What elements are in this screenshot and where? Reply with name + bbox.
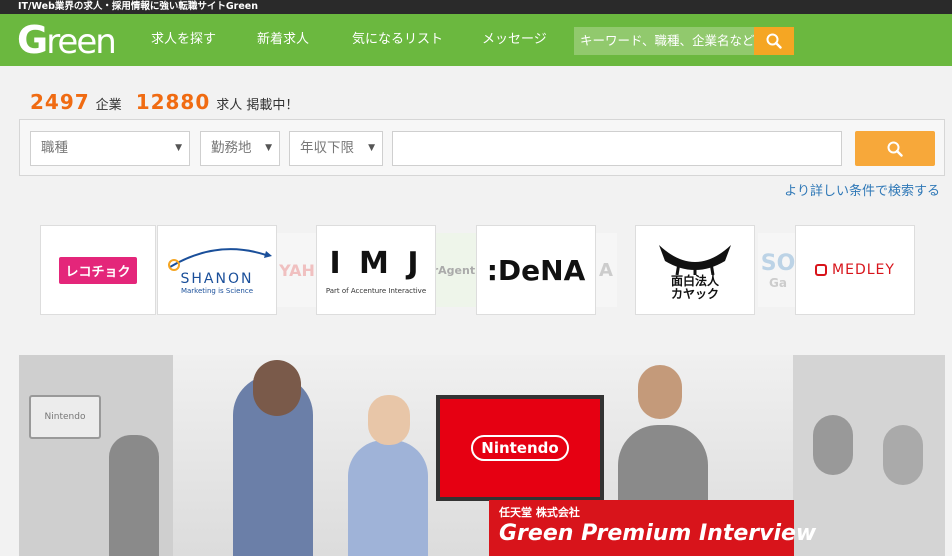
header-search-button[interactable] (754, 27, 794, 55)
logo-recochoku[interactable]: レコチョク (40, 225, 156, 315)
location-select[interactable]: 勤務地 ▼ (200, 131, 280, 166)
search-icon (766, 33, 782, 49)
kayac-boat-icon (659, 245, 731, 275)
company-count: 2497 (30, 90, 90, 114)
dropdown-arrow-icon: ▼ (265, 143, 272, 153)
dropdown-arrow-icon: ▼ (175, 143, 182, 153)
feature-banner[interactable]: Nintendo Nintendo 任天堂 株式会社 Green Premium… (19, 355, 945, 556)
shanon-swoosh-icon (168, 248, 272, 271)
logo-kayac[interactable]: 面白法人 カヤック (635, 225, 755, 315)
faded-logo: YAH (277, 233, 317, 307)
faded-logo: SO Ga (758, 233, 798, 307)
nav-find-jobs[interactable]: 求人を探す (151, 14, 216, 66)
job-search-panel: 職種 ▼ 勤務地 ▼ 年収下限 ▼ (19, 119, 945, 176)
medley-mark-icon (815, 264, 828, 276)
job-count: 12880 (135, 90, 211, 114)
main-nav: Green 求人を探す 新着求人 気になるリスト メッセージ キーワード、職種、… (0, 14, 952, 66)
header-search-input[interactable]: キーワード、職種、企業名など (574, 27, 754, 55)
search-submit-button[interactable] (855, 131, 935, 166)
nav-favorites[interactable]: 気になるリスト (352, 14, 443, 66)
job-type-select[interactable]: 職種 ▼ (30, 131, 190, 166)
advanced-search-link[interactable]: より詳しい条件で検索する (784, 180, 940, 199)
logo-imj[interactable]: I M J Part of Accenture Interactive (316, 225, 436, 315)
dropdown-arrow-icon: ▼ (368, 143, 375, 153)
logo-dena[interactable]: :DeNA (476, 225, 596, 315)
keyword-input[interactable] (392, 131, 842, 166)
job-unit: 求人 掲載中！ (216, 98, 299, 113)
nav-messages[interactable]: メッセージ (482, 14, 547, 66)
banner-side-image-left: Nintendo (19, 355, 173, 556)
faded-logo: rAgent. (435, 233, 477, 307)
tv-screen: Nintendo (436, 395, 604, 501)
green-logo[interactable]: Green (17, 20, 117, 62)
faded-logo: A (595, 233, 617, 307)
site-tagline: IT/Web業界の求人・採用情報に強い転職サイトGreen (0, 0, 952, 14)
listing-counts: 2497 企業 12880 求人 掲載中！ (30, 90, 298, 116)
salary-select[interactable]: 年収下限 ▼ (289, 131, 383, 166)
interview-caption: 任天堂 株式会社 Green Premium Interview (489, 500, 817, 556)
search-icon (887, 141, 903, 157)
logo-medley[interactable]: MEDLEY (795, 225, 915, 315)
company-logo-carousel: YAH rAgent. A SO Ga レコチョク SHANON Marketin… (40, 225, 920, 315)
banner-company: 任天堂 株式会社 (499, 506, 580, 519)
nav-new-jobs[interactable]: 新着求人 (257, 14, 309, 66)
logo-shanon[interactable]: SHANON Marketing is Science (157, 225, 277, 315)
banner-title: Green Premium Interview (499, 521, 817, 546)
person-center (348, 440, 428, 556)
company-unit: 企業 (95, 98, 122, 113)
